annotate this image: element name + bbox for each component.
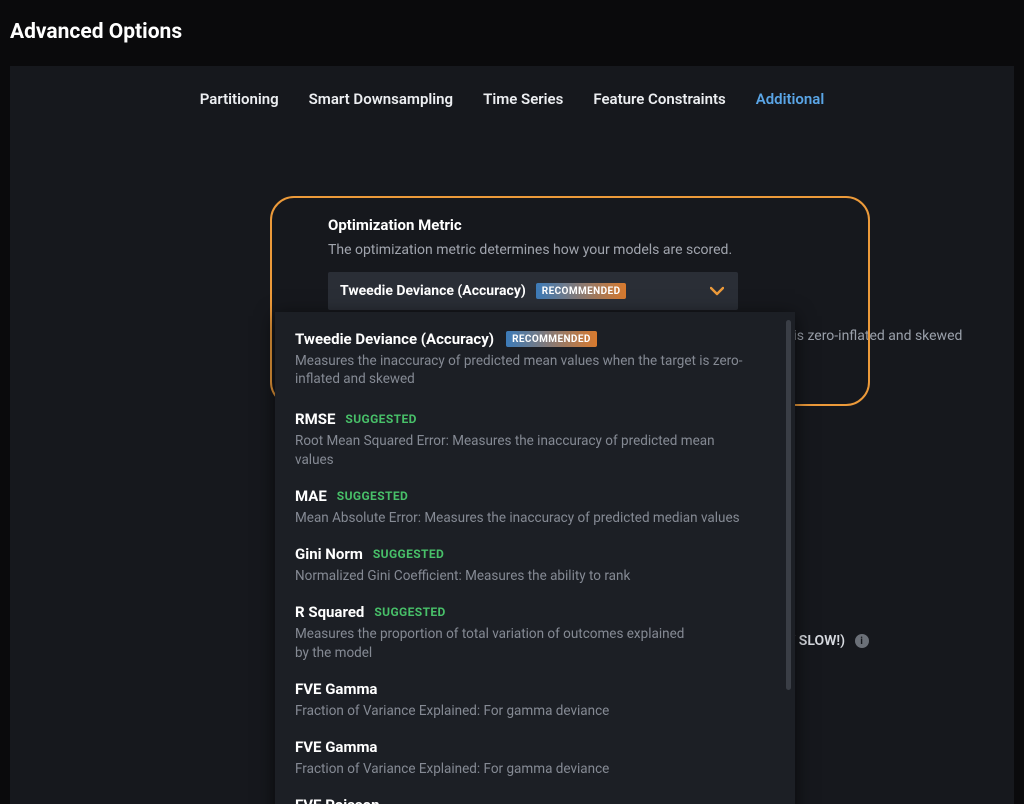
recommended-badge: RECOMMENDED	[536, 283, 627, 299]
option-description: Normalized Gini Coefficient: Measures th…	[295, 567, 755, 585]
scrollbar[interactable]	[786, 320, 791, 690]
option-title: RMSE	[295, 410, 335, 428]
metric-dropdown: Tweedie Deviance (Accuracy) RECOMMENDED …	[275, 312, 795, 804]
page-title: Advanced Options	[10, 20, 1014, 44]
suggested-badge: SUGGESTED	[337, 489, 408, 503]
select-value: Tweedie Deviance (Accuracy)	[340, 283, 526, 299]
option-description: Measures the proportion of total variati…	[295, 625, 695, 661]
option-description: Fraction of Variance Explained: For gamm…	[295, 760, 755, 778]
option-description: Fraction of Variance Explained: For gamm…	[295, 702, 755, 720]
option-title: Tweedie Deviance (Accuracy)	[295, 330, 494, 348]
option-rmse[interactable]: RMSE SUGGESTED Root Mean Squared Error: …	[295, 410, 775, 468]
tab-bar: Partitioning Smart Downsampling Time Ser…	[10, 90, 1014, 108]
chevron-down-icon	[710, 286, 724, 296]
section-title: Optimization Metric	[328, 216, 1008, 234]
option-title: MAE	[295, 487, 327, 505]
option-r-squared[interactable]: R Squared SUGGESTED Measures the proport…	[295, 603, 775, 661]
suggested-badge: SUGGESTED	[373, 547, 444, 561]
tab-smart-downsampling[interactable]: Smart Downsampling	[309, 90, 453, 108]
metric-select[interactable]: Tweedie Deviance (Accuracy) RECOMMENDED	[328, 272, 738, 310]
option-description: Mean Absolute Error: Measures the inaccu…	[295, 509, 755, 527]
option-title: R Squared	[295, 603, 364, 621]
suggested-badge: SUGGESTED	[345, 412, 416, 426]
tab-feature-constraints[interactable]: Feature Constraints	[593, 90, 725, 108]
suggested-badge: SUGGESTED	[374, 605, 445, 619]
option-title: Gini Norm	[295, 545, 363, 563]
option-fve-gamma-1[interactable]: FVE Gamma Fraction of Variance Explained…	[295, 680, 775, 720]
option-fve-gamma-2[interactable]: FVE Gamma Fraction of Variance Explained…	[295, 738, 775, 778]
option-title: FVE Gamma	[295, 680, 377, 698]
option-gini-norm[interactable]: Gini Norm SUGGESTED Normalized Gini Coef…	[295, 545, 775, 585]
option-fve-poisson[interactable]: FVE Poisson Fraction of Variance Explain…	[295, 796, 775, 804]
option-title: FVE Gamma	[295, 738, 377, 756]
tab-time-series[interactable]: Time Series	[483, 90, 563, 108]
background-text-line1: get is zero-inflated and skewed	[770, 328, 1010, 344]
options-panel: Partitioning Smart Downsampling Time Ser…	[10, 66, 1014, 804]
option-description: Measures the inaccuracy of predicted mea…	[295, 352, 755, 388]
optimization-metric-section: Optimization Metric The optimization met…	[328, 216, 1008, 310]
info-icon[interactable]: i	[855, 634, 869, 648]
recommended-badge: RECOMMENDED	[506, 331, 597, 347]
option-tweedie-deviance[interactable]: Tweedie Deviance (Accuracy) RECOMMENDED …	[295, 330, 775, 388]
option-title: FVE Poisson	[295, 796, 380, 804]
option-description: Root Mean Squared Error: Measures the in…	[295, 432, 755, 468]
tab-partitioning[interactable]: Partitioning	[200, 90, 279, 108]
section-description: The optimization metric determines how y…	[328, 242, 1008, 258]
tab-additional[interactable]: Additional	[756, 90, 825, 108]
option-mae[interactable]: MAE SUGGESTED Mean Absolute Error: Measu…	[295, 487, 775, 527]
